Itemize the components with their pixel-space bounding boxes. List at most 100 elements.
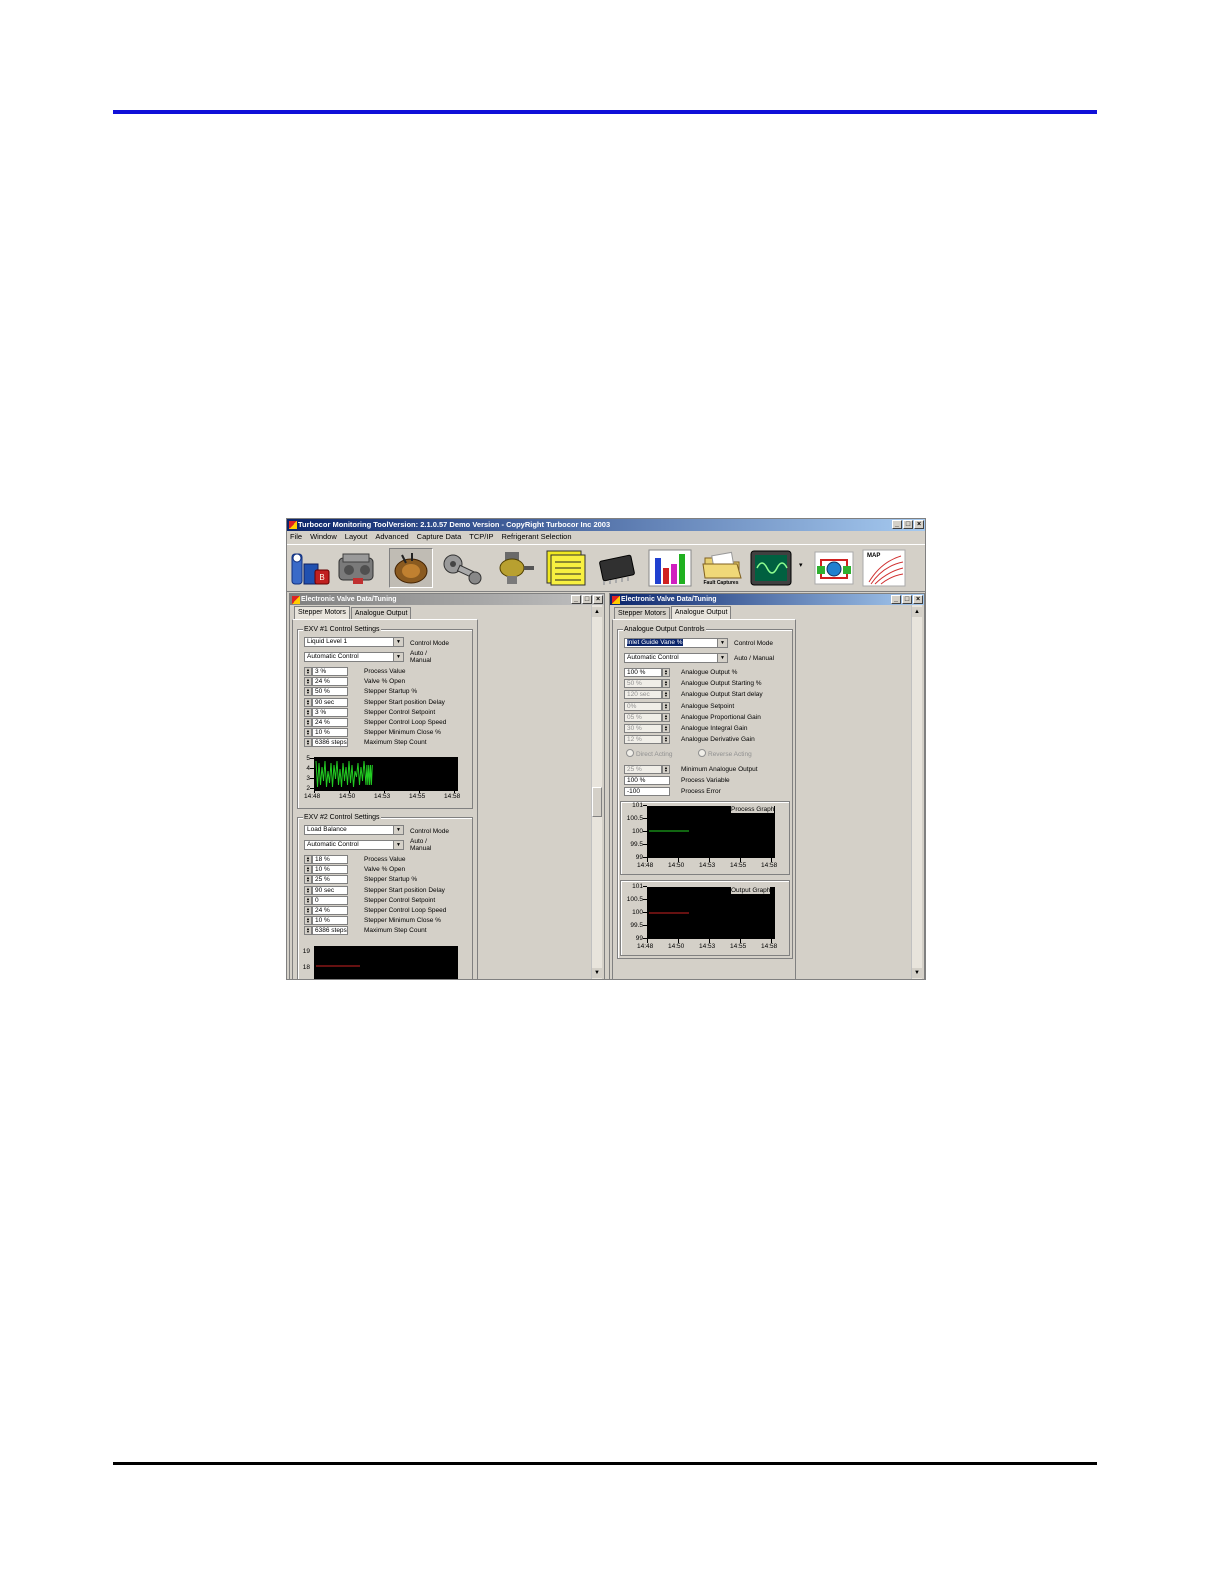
auto-manual-select[interactable]: Automatic Control ▼ bbox=[624, 653, 728, 663]
stepper-arrows-icon[interactable]: ▲ ▼ bbox=[304, 687, 312, 697]
stepper-arrows-icon[interactable]: ▲ ▼ bbox=[304, 677, 312, 687]
value-input[interactable]: 90 sec bbox=[312, 885, 348, 895]
scroll-up-icon[interactable]: ▲ bbox=[592, 607, 602, 617]
toolbar-scope-button[interactable] bbox=[749, 548, 793, 588]
stepper-arrows-icon[interactable]: ▲ ▼ bbox=[304, 738, 312, 748]
value-input[interactable]: 6386 steps bbox=[312, 738, 348, 748]
value-input[interactable]: 3 % bbox=[312, 667, 348, 676]
value-input[interactable]: 24 % bbox=[312, 677, 348, 687]
value-input[interactable]: 10 % bbox=[312, 865, 348, 875]
stepper-arrows-icon[interactable]: ▲ ▼ bbox=[304, 875, 312, 885]
maximize-button[interactable]: □ bbox=[582, 595, 592, 604]
scroll-up-icon[interactable]: ▲ bbox=[912, 607, 922, 617]
close-button[interactable]: × bbox=[913, 595, 923, 604]
toolbar-map-button[interactable]: MAP bbox=[861, 548, 906, 588]
stepper-arrows-icon[interactable]: ▲ ▼ bbox=[304, 718, 312, 727]
stepper-arrows-icon[interactable]: ▲ ▼ bbox=[662, 712, 670, 722]
chevron-down-icon[interactable]: ▼ bbox=[393, 638, 403, 646]
menu-file[interactable]: File bbox=[290, 531, 302, 543]
chevron-down-icon[interactable]: ▼ bbox=[717, 639, 727, 647]
app-titlebar[interactable]: Turbocor Monitoring ToolVersion: 2.1.0.5… bbox=[287, 519, 925, 531]
value-input[interactable]: 30 % bbox=[624, 724, 662, 733]
value-input[interactable]: 3 % bbox=[312, 707, 348, 717]
exv2-control-mode-select[interactable]: Load Balance ▼ bbox=[304, 825, 404, 835]
stepper-arrows-icon[interactable]: ▲ ▼ bbox=[662, 765, 670, 774]
value-input[interactable]: 90 sec bbox=[312, 697, 348, 707]
menu-layout[interactable]: Layout bbox=[345, 531, 368, 543]
tab-analogue-output[interactable]: Analogue Output bbox=[670, 606, 732, 619]
tab-analogue-output[interactable]: Analogue Output bbox=[350, 607, 412, 619]
value-input[interactable]: 10 % bbox=[312, 728, 348, 738]
value-input[interactable]: 25 % bbox=[312, 875, 348, 885]
value-input[interactable]: 100 % bbox=[624, 668, 662, 677]
close-button[interactable]: × bbox=[914, 520, 924, 529]
stepper-arrows-icon[interactable]: ▲ ▼ bbox=[304, 865, 312, 875]
toolbar-controller-button[interactable] bbox=[595, 548, 639, 588]
minimize-button[interactable]: _ bbox=[892, 520, 902, 529]
tab-stepper-motors[interactable]: Stepper Motors bbox=[614, 607, 670, 619]
value-input[interactable]: 05 % bbox=[624, 712, 662, 722]
toolbar-chart-button[interactable] bbox=[647, 548, 692, 588]
stepper-arrows-icon[interactable]: ▲ ▼ bbox=[304, 906, 312, 915]
stepper-arrows-icon[interactable]: ▲ ▼ bbox=[304, 855, 312, 864]
value-input[interactable]: 0% bbox=[624, 701, 662, 711]
stepper-arrows-icon[interactable]: ▲ ▼ bbox=[304, 895, 312, 905]
stepper-arrows-icon[interactable]: ▲ ▼ bbox=[304, 697, 312, 707]
exv1-auto-manual-select[interactable]: Automatic Control ▼ bbox=[304, 652, 404, 662]
direct-acting-radio[interactable]: Direct Acting bbox=[626, 749, 673, 758]
toolbar-data-list-button[interactable] bbox=[543, 548, 587, 588]
value-input[interactable]: 0 bbox=[312, 895, 348, 905]
control-mode-select[interactable]: Inlet Guide Vane % ▼ bbox=[624, 638, 728, 648]
chevron-down-icon[interactable]: ▼ bbox=[393, 826, 403, 834]
value-input[interactable]: 6386 steps bbox=[312, 926, 348, 936]
stepper-arrows-icon[interactable]: ▲ ▼ bbox=[304, 667, 312, 676]
toolbar-fault-captures-button[interactable]: Fault Captures bbox=[699, 548, 743, 588]
value-input[interactable]: 12 % bbox=[624, 735, 662, 745]
stepper-arrows-icon[interactable]: ▲ ▼ bbox=[662, 701, 670, 711]
menu-advanced[interactable]: Advanced bbox=[375, 531, 408, 543]
scroll-down-icon[interactable]: ▼ bbox=[912, 968, 922, 978]
exv2-auto-manual-select[interactable]: Automatic Control ▼ bbox=[304, 840, 404, 850]
value-input[interactable]: 24 % bbox=[312, 718, 348, 727]
menu-window[interactable]: Window bbox=[310, 531, 337, 543]
chevron-down-icon[interactable]: ▼ bbox=[717, 654, 727, 662]
menu-tcpip[interactable]: TCP/IP bbox=[469, 531, 493, 543]
stepper-arrows-icon[interactable]: ▲ ▼ bbox=[662, 679, 670, 689]
stepper-arrows-icon[interactable]: ▲ ▼ bbox=[662, 690, 670, 700]
menu-capture-data[interactable]: Capture Data bbox=[417, 531, 462, 543]
stepper-arrows-icon[interactable]: ▲ ▼ bbox=[304, 728, 312, 738]
menu-refrigerant-selection[interactable]: Refrigerant Selection bbox=[501, 531, 571, 543]
minimum-output-input[interactable]: 25 % bbox=[624, 765, 662, 774]
toolbar-compressor-button[interactable] bbox=[335, 548, 379, 588]
value-input[interactable]: 50 % bbox=[624, 679, 662, 689]
minimize-button[interactable]: _ bbox=[571, 595, 581, 604]
stepper-arrows-icon[interactable]: ▲ ▼ bbox=[304, 707, 312, 717]
chevron-down-icon[interactable]: ▼ bbox=[393, 841, 403, 849]
left-window-scrollbar[interactable]: ▲ ▼ bbox=[591, 605, 602, 979]
stepper-arrows-icon[interactable]: ▲ ▼ bbox=[662, 724, 670, 733]
toolbar-overflow-icon[interactable]: ▾ bbox=[799, 561, 803, 569]
value-input[interactable]: 24 % bbox=[312, 906, 348, 915]
value-input[interactable]: 120 sec bbox=[624, 690, 662, 700]
tab-stepper-motors[interactable]: Stepper Motors bbox=[294, 606, 350, 619]
value-input[interactable]: 10 % bbox=[312, 916, 348, 926]
chevron-down-icon[interactable]: ▼ bbox=[393, 653, 403, 661]
minimize-button[interactable]: _ bbox=[891, 595, 901, 604]
maximize-button[interactable]: □ bbox=[902, 595, 912, 604]
restore-button[interactable]: □ bbox=[903, 520, 913, 529]
right-window-titlebar[interactable]: Electronic Valve Data/Tuning _ □ × bbox=[610, 594, 924, 605]
stepper-arrows-icon[interactable]: ▲ ▼ bbox=[662, 735, 670, 745]
stepper-arrows-icon[interactable]: ▲ ▼ bbox=[662, 668, 670, 677]
toolbar-motor-button[interactable] bbox=[389, 548, 433, 588]
exv1-control-mode-select[interactable]: Liquid Level 1 ▼ bbox=[304, 637, 404, 647]
value-input[interactable]: 50 % bbox=[312, 687, 348, 697]
stepper-arrows-icon[interactable]: ▲ ▼ bbox=[304, 885, 312, 895]
value-input[interactable]: 18 % bbox=[312, 855, 348, 864]
right-window-scrollbar[interactable]: ▲ ▼ bbox=[911, 605, 922, 979]
stepper-arrows-icon[interactable]: ▲ ▼ bbox=[304, 926, 312, 936]
toolbar-shaft-button[interactable] bbox=[441, 548, 485, 588]
toolbar-valve-button[interactable] bbox=[493, 548, 537, 588]
toolbar-gauges-button[interactable]: B bbox=[289, 548, 333, 588]
scroll-down-icon[interactable]: ▼ bbox=[592, 968, 602, 978]
toolbar-refrigerant-button[interactable] bbox=[811, 548, 855, 588]
